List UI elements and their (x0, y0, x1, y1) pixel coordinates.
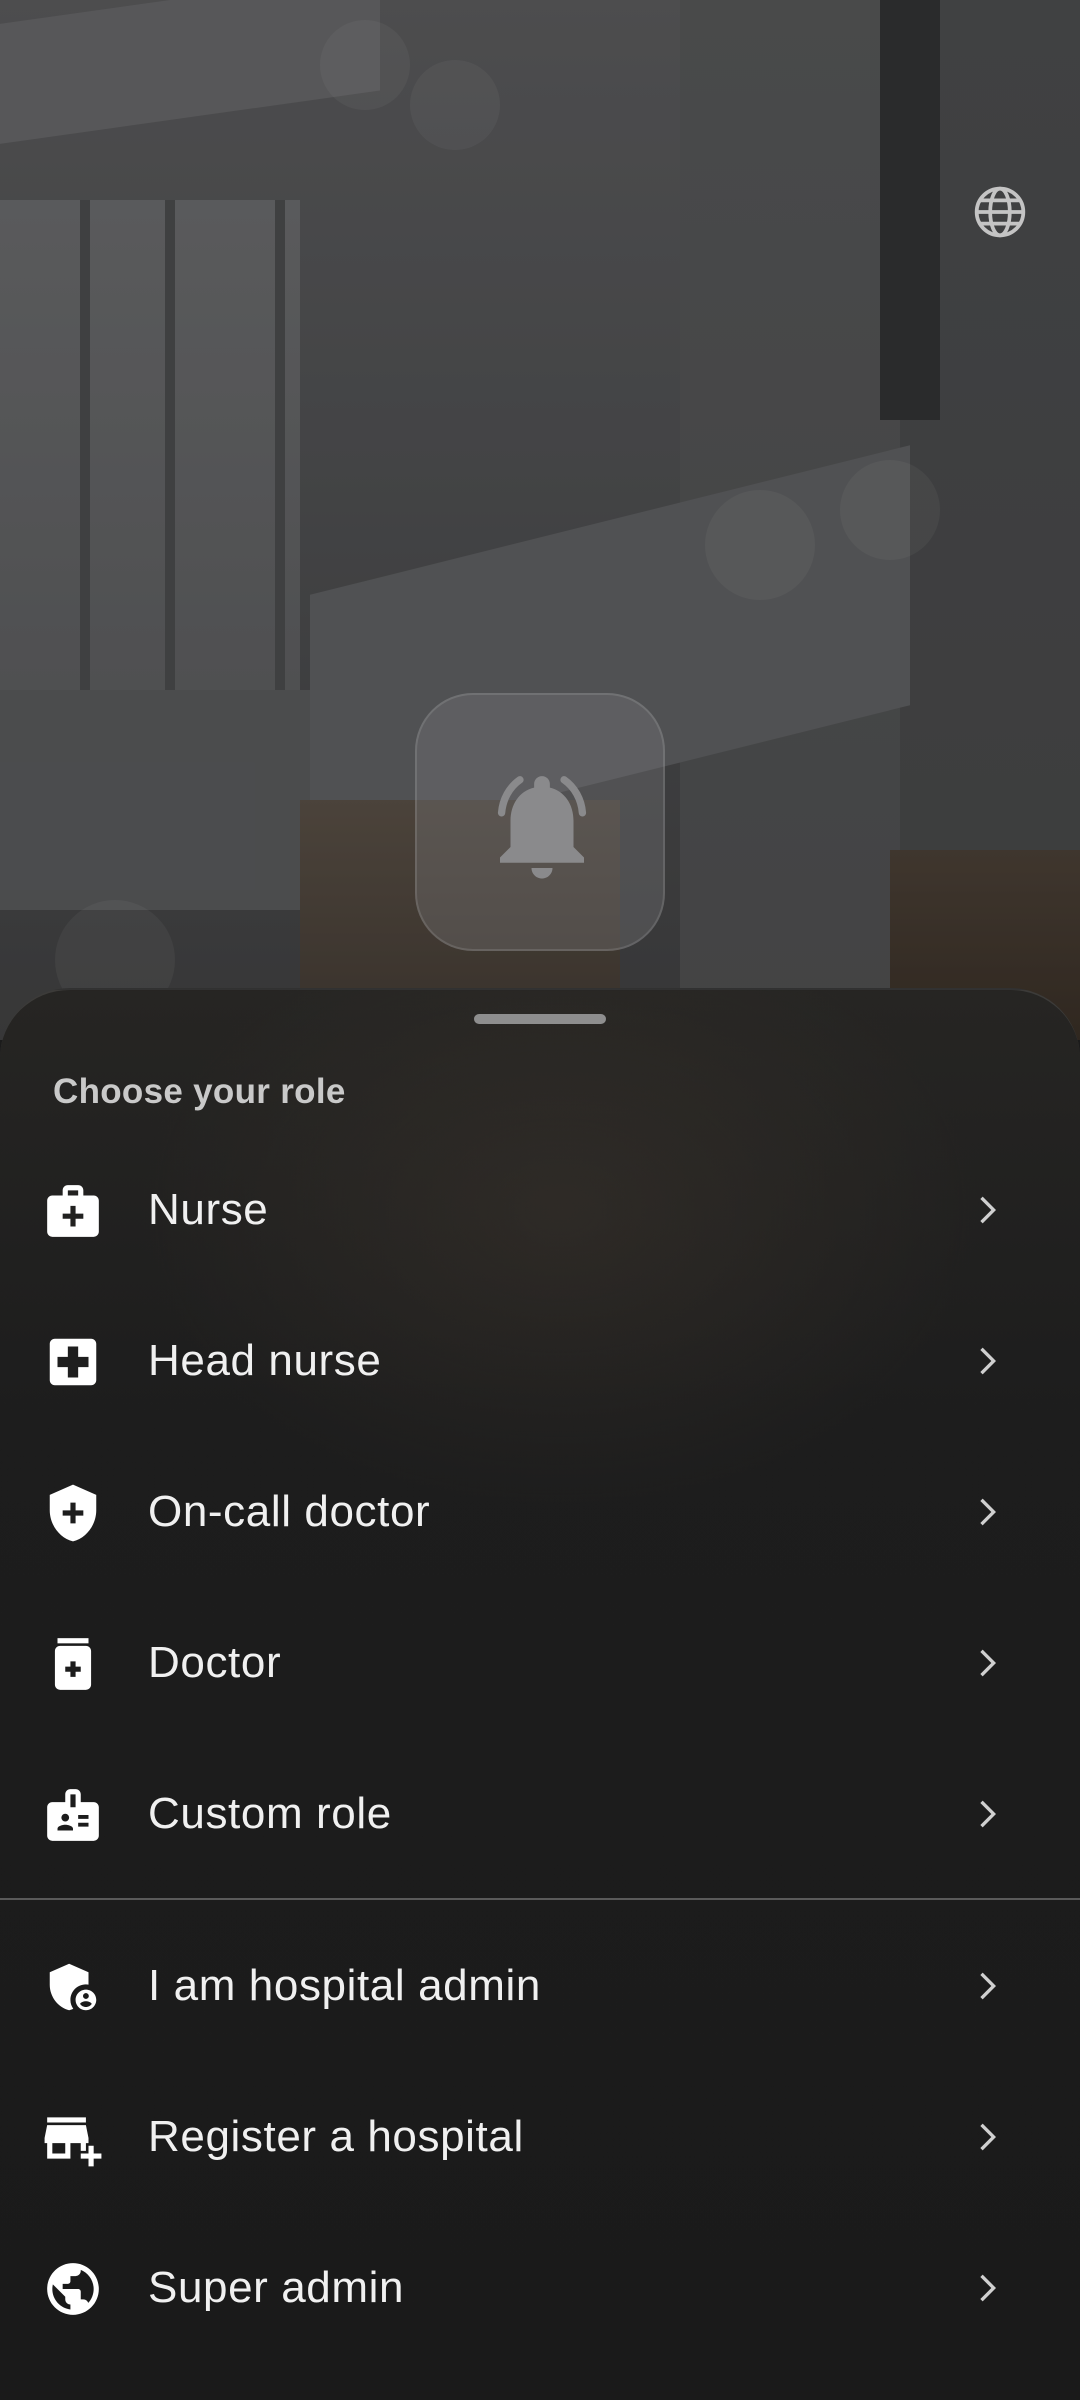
role-item-head-nurse[interactable]: Head nurse (0, 1286, 1080, 1436)
option-label: Super admin (148, 2263, 405, 2312)
role-item-on-call-doctor[interactable]: On-call doctor (0, 1437, 1080, 1587)
role-selection-screen: Choose your role Nurse Head nurse On-cal… (0, 0, 1080, 2400)
chevron-right-icon (966, 1492, 1006, 1532)
public-globe-icon (42, 2258, 104, 2320)
app-logo (415, 693, 665, 951)
role-label: Custom role (148, 1789, 392, 1838)
option-label: I am hospital admin (148, 1961, 541, 2010)
chevron-right-icon (966, 1966, 1006, 2006)
chevron-right-icon (966, 1794, 1006, 1834)
shield-cross-icon (42, 1482, 104, 1544)
medical-bag-icon (42, 1180, 104, 1242)
section-divider (0, 1898, 1080, 1900)
role-item-nurse[interactable]: Nurse (0, 1135, 1080, 1285)
globe-icon[interactable] (972, 184, 1028, 240)
option-register-hospital[interactable]: Register a hospital (0, 2062, 1080, 2212)
admin-shield-icon (42, 1956, 104, 2018)
option-label: Register a hospital (148, 2112, 524, 2161)
role-bottom-sheet: Choose your role Nurse Head nurse On-cal… (0, 988, 1080, 2400)
option-super-admin[interactable]: Super admin (0, 2213, 1080, 2363)
chevron-right-icon (966, 2117, 1006, 2157)
chevron-right-icon (966, 1190, 1006, 1230)
role-label: Doctor (148, 1638, 282, 1687)
chevron-right-icon (966, 2268, 1006, 2308)
add-business-icon (42, 2107, 104, 2169)
role-label: Head nurse (148, 1336, 382, 1385)
role-item-custom-role[interactable]: Custom role (0, 1739, 1080, 1889)
chevron-right-icon (966, 1341, 1006, 1381)
role-item-doctor[interactable]: Doctor (0, 1588, 1080, 1738)
bell-alarm-icon (497, 776, 587, 879)
medication-bottle-icon (42, 1633, 104, 1695)
role-label: On-call doctor (148, 1487, 431, 1536)
option-hospital-admin[interactable]: I am hospital admin (0, 1911, 1080, 2061)
sheet-title: Choose your role (53, 1072, 346, 1111)
drag-handle[interactable] (474, 1014, 606, 1024)
chevron-right-icon (966, 1643, 1006, 1683)
id-badge-icon (42, 1784, 104, 1846)
role-label: Nurse (148, 1185, 269, 1234)
medical-cross-square-icon (42, 1331, 104, 1393)
